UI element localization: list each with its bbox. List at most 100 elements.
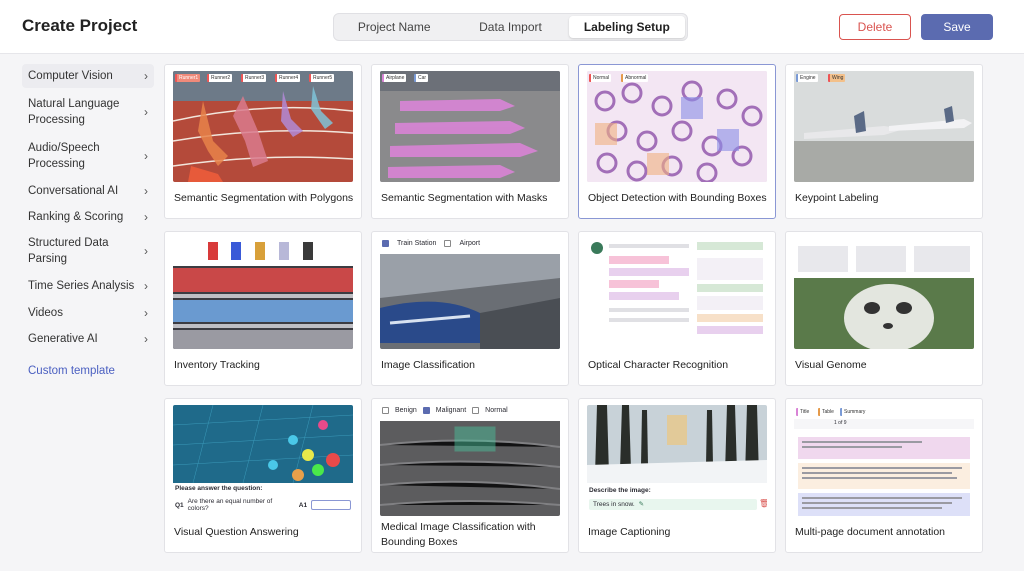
template-title: Medical Image Classification with Boundi… (381, 521, 536, 548)
template-card-object-detection[interactable]: Normal Abnormal Object Detection with Bo… (578, 64, 776, 219)
template-card-semantic-polygons[interactable]: Runner1 Runner2 Runner3 Runner4 Runner5 … (164, 64, 362, 219)
thumbnail-store-shelves (173, 238, 353, 349)
template-title: Semantic Segmentation with Masks (381, 191, 548, 204)
choice-label: Malignant (435, 407, 467, 414)
chevron-right-icon: › (144, 69, 148, 83)
choice-label: Benign (395, 407, 417, 414)
question-prompt: Please answer the question: (175, 485, 263, 492)
pencil-icon[interactable]: ✎ (639, 499, 644, 510)
label-chip: Airplane (382, 74, 407, 82)
template-title: Optical Character Recognition (588, 358, 729, 371)
choice-checkbox[interactable] (382, 407, 389, 414)
sidebar-item-conversational-ai[interactable]: Conversational AI › (22, 179, 154, 203)
thumbnail-runners: Runner1 Runner2 Runner3 Runner4 Runner5 (173, 71, 353, 182)
label-chip: Runner4 (275, 74, 301, 82)
choice-label: Normal (485, 407, 508, 414)
template-title: Object Detection with Bounding Boxes (588, 191, 767, 204)
custom-template-link[interactable]: Custom template (22, 365, 154, 377)
question-id: Q1 (175, 501, 184, 509)
thumbnail-ultrasound: Benign Malignant Normal (380, 405, 560, 516)
category-sidebar: Computer Vision › Natural Language Proce… (22, 64, 154, 377)
template-card-image-captioning[interactable]: Describe the image: Trees in snow. ✎ 🗑 I… (578, 398, 776, 553)
template-card-visual-genome[interactable]: Visual Genome (785, 231, 983, 386)
chevron-right-icon: › (144, 306, 148, 320)
step-tabs: Project Name Data Import Labeling Setup (333, 13, 688, 41)
choice-checkbox[interactable] (444, 240, 452, 247)
sidebar-item-label: Computer Vision (28, 70, 113, 82)
sidebar-item-structured-data[interactable]: Structured Data Parsing › (22, 231, 154, 271)
label-chip: Runner1 (175, 74, 201, 82)
trash-icon[interactable]: 🗑 (759, 499, 767, 508)
sidebar-item-label: Ranking & Scoring (28, 211, 124, 223)
template-card-keypoint[interactable]: Engine Wing Keypoint Labeling (785, 64, 983, 219)
sidebar-item-computer-vision[interactable]: Computer Vision › (22, 64, 154, 88)
template-title: Image Classification (381, 358, 475, 371)
template-card-ocr[interactable]: Optical Character Recognition (578, 231, 776, 386)
choice-checkbox-checked[interactable] (382, 240, 389, 247)
sidebar-item-label: Audio/Speech Processing (28, 142, 100, 170)
template-title: Semantic Segmentation with Polygons (174, 191, 354, 204)
choice-label: Airport (459, 240, 481, 247)
template-card-inventory[interactable]: Inventory Tracking (164, 231, 362, 386)
tab-data-import[interactable]: Data Import (452, 16, 568, 38)
template-card-multipage-doc[interactable]: Title Table Summary 1 of 9 Multi-page do… (785, 398, 983, 553)
sidebar-item-generative-ai[interactable]: Generative AI › (22, 327, 154, 351)
thumbnail-snow-forest: Describe the image: Trees in snow. ✎ 🗑 (587, 405, 767, 516)
template-card-medical[interactable]: Benign Malignant Normal Medical Image Cl… (371, 398, 569, 553)
thumbnail-blood-cells: Normal Abnormal (587, 71, 767, 182)
choice-checkbox[interactable] (472, 407, 480, 414)
top-header: Create Project Project Name Data Import … (0, 0, 1024, 54)
template-title: Visual Genome (795, 358, 867, 371)
answer-input[interactable] (311, 500, 351, 510)
page-indicator: 1 of 9 (834, 420, 847, 426)
thumbnail-airplanes: Airplane Car (380, 71, 560, 182)
template-title: Keypoint Labeling (795, 191, 879, 204)
label-chip: Runner5 (309, 74, 335, 82)
thumbnail-spheres: Please answer the question: Q1 Are there… (173, 405, 353, 516)
sidebar-item-label: Videos (28, 307, 63, 319)
thumbnail-panda (794, 238, 974, 349)
sidebar-item-audio-speech[interactable]: Audio/Speech Processing › (22, 136, 154, 176)
sidebar-item-label: Time Series Analysis (28, 280, 135, 292)
chevron-right-icon: › (144, 149, 148, 163)
caption-text: Trees in snow. (593, 501, 635, 508)
template-title: Inventory Tracking (174, 358, 260, 371)
template-card-vqa[interactable]: Please answer the question: Q1 Are there… (164, 398, 362, 553)
label-chip: Normal (589, 74, 612, 82)
thumbnail-receipt (587, 238, 767, 349)
tab-labeling-setup[interactable]: Labeling Setup (568, 16, 685, 38)
sidebar-item-videos[interactable]: Videos › (22, 301, 154, 325)
question-text: Are there an equal number of colors? (187, 498, 273, 512)
chevron-right-icon: › (144, 105, 148, 119)
label-chip: Table (818, 408, 836, 416)
label-chip: Title (796, 408, 812, 416)
thumbnail-document: Title Table Summary 1 of 9 (794, 405, 974, 516)
label-chip: Engine (796, 74, 818, 82)
label-chip: Runner2 (207, 74, 233, 82)
chevron-right-icon: › (144, 184, 148, 198)
choice-label: Train Station (397, 240, 437, 247)
answer-id: A1 (298, 501, 308, 509)
describe-prompt: Describe the image: (589, 487, 651, 494)
delete-button[interactable]: Delete (839, 14, 911, 40)
thumbnail-train-station: Train Station Airport (380, 238, 560, 349)
tab-project-name[interactable]: Project Name (336, 16, 452, 38)
save-button[interactable]: Save (921, 14, 993, 40)
template-card-semantic-masks[interactable]: Airplane Car Semantic Segmentation with … (371, 64, 569, 219)
chevron-right-icon: › (144, 210, 148, 224)
thumbnail-jets: Engine Wing (794, 71, 974, 182)
sidebar-item-time-series[interactable]: Time Series Analysis › (22, 274, 154, 298)
template-title: Image Captioning (588, 525, 671, 538)
chevron-right-icon: › (144, 332, 148, 346)
label-chip: Runner3 (241, 74, 267, 82)
template-card-image-classification[interactable]: Train Station Airport Image Classificati… (371, 231, 569, 386)
sidebar-item-label: Conversational AI (28, 185, 119, 197)
sidebar-item-ranking-scoring[interactable]: Ranking & Scoring › (22, 205, 154, 229)
chevron-right-icon: › (144, 279, 148, 293)
sidebar-item-nlp[interactable]: Natural Language Processing › (22, 92, 154, 132)
choice-checkbox-checked[interactable] (422, 407, 430, 414)
label-chip: Car (414, 74, 429, 82)
label-chip: Summary (840, 408, 868, 416)
label-chip: Abnormal (621, 74, 649, 82)
template-grid: Runner1 Runner2 Runner3 Runner4 Runner5 … (164, 64, 983, 553)
